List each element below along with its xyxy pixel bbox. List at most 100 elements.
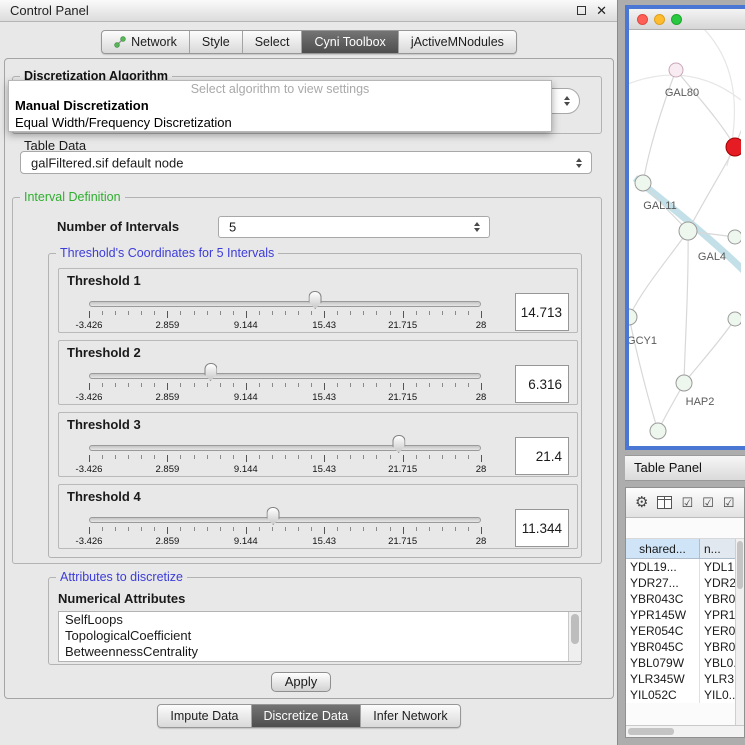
table-row[interactable]: YIL052C YIL0... — [626, 687, 744, 703]
threshold-1-slider[interactable]: -3.4262.8599.14415.4321.71528 — [89, 289, 481, 333]
slider-track[interactable] — [89, 517, 481, 523]
table-cell[interactable]: YPR145W — [626, 607, 700, 623]
network-node[interactable] — [676, 375, 692, 391]
tab-label: Impute Data — [170, 709, 238, 723]
tab-jactivemnodules[interactable]: jActiveMNodules — [399, 31, 516, 53]
table-cell[interactable]: YER054C — [626, 623, 700, 639]
network-node[interactable] — [679, 222, 697, 240]
slider-ticks — [89, 311, 481, 319]
table-vertical-scrollbar[interactable] — [735, 539, 744, 725]
network-icon — [114, 36, 126, 48]
list-item[interactable]: SelfLoops — [59, 612, 581, 628]
scrollbar-thumb[interactable] — [628, 728, 674, 735]
close-icon[interactable]: ✕ — [596, 3, 607, 19]
top-tab-row: Network Style Select Cyni Toolbox jActiv… — [0, 30, 618, 54]
table-row[interactable]: YDR27... YDR2... — [626, 575, 744, 591]
dropdown-placeholder: Select algorithm to view settings — [9, 81, 551, 97]
table-row[interactable]: YLR345W YLR3... — [626, 671, 744, 687]
tab-network[interactable]: Network — [102, 31, 190, 53]
table-cell[interactable]: YBR043C — [626, 591, 700, 607]
network-view-window: GAL80 GAL11 GAL4 GCY1 HAP2 — [625, 5, 745, 450]
tab-impute-data[interactable]: Impute Data — [158, 705, 251, 727]
network-node[interactable] — [728, 230, 741, 244]
threshold-4-slider[interactable]: -3.4262.8599.14415.4321.71528 — [89, 505, 481, 549]
tab-cyni-toolbox[interactable]: Cyni Toolbox — [302, 31, 398, 53]
table-row[interactable]: YBR043C YBR0... — [626, 591, 744, 607]
tab-select[interactable]: Select — [243, 31, 303, 53]
threshold-3-slider[interactable]: -3.4262.8599.14415.4321.71528 — [89, 433, 481, 477]
column-header-shared[interactable]: shared... — [626, 539, 700, 559]
attributes-group-title: Attributes to discretize — [56, 570, 187, 584]
network-node[interactable] — [669, 63, 683, 77]
list-item[interactable]: BetweennessCentrality — [59, 644, 581, 660]
checkbox-icon[interactable]: ☑ — [723, 496, 735, 509]
mac-close-icon[interactable] — [637, 14, 648, 25]
table-row[interactable]: YER054C YER0... — [626, 623, 744, 639]
tab-infer-network[interactable]: Infer Network — [361, 705, 459, 727]
mac-minimize-icon[interactable] — [654, 14, 665, 25]
threshold-2-slider[interactable]: -3.4262.8599.14415.4321.71528 — [89, 361, 481, 405]
network-node[interactable] — [635, 175, 651, 191]
slider-track[interactable] — [89, 301, 481, 307]
columns-icon[interactable] — [657, 496, 672, 509]
table-panel-header[interactable]: Table Panel — [625, 455, 745, 481]
combobox-arrows-icon — [576, 158, 582, 168]
network-edge — [676, 70, 735, 147]
top-tab-bar: Network Style Select Cyni Toolbox jActiv… — [101, 30, 517, 54]
apply-button[interactable]: Apply — [271, 672, 331, 692]
checkbox-icon[interactable]: ☑ — [681, 496, 693, 509]
table-cell[interactable]: YIL052C — [626, 687, 700, 703]
scrollbar-thumb[interactable] — [571, 614, 579, 644]
spinner-value: 5 — [229, 220, 236, 235]
algorithm-dropdown-popup: Select algorithm to view settings Manual… — [8, 80, 552, 132]
checkbox-icon[interactable]: ☑ — [702, 496, 714, 509]
mac-zoom-icon[interactable] — [671, 14, 682, 25]
control-panel-titlebar: Control Panel ✕ — [0, 0, 617, 22]
node-label-gal4: GAL4 — [698, 251, 726, 263]
float-window-icon[interactable] — [577, 6, 586, 15]
table-cell[interactable]: YBL079W — [626, 655, 700, 671]
dropdown-option-equal-width[interactable]: Equal Width/Frequency Discretization — [9, 114, 551, 131]
table-cell[interactable]: YLR345W — [626, 671, 700, 687]
tab-style[interactable]: Style — [190, 31, 243, 53]
table-horizontal-scrollbar[interactable] — [626, 725, 744, 737]
numerical-attributes-list: SelfLoops TopologicalCoefficient Between… — [58, 611, 582, 662]
network-node[interactable] — [650, 423, 666, 439]
threshold-3-value-field[interactable]: 21.4 — [515, 437, 569, 475]
table-cell[interactable]: YBR045C — [626, 639, 700, 655]
slider-scale: -3.4262.8599.14415.4321.71528 — [89, 392, 481, 404]
table-cell[interactable]: YDL19... — [626, 559, 700, 575]
list-item[interactable]: TopologicalCoefficient — [59, 628, 581, 644]
threshold-2-value-field[interactable]: 6.316 — [515, 365, 569, 403]
network-node-red[interactable] — [726, 138, 741, 156]
node-label-gcy1: GCY1 — [629, 335, 657, 347]
control-panel-window: Control Panel ✕ Network Style Sel — [0, 0, 618, 745]
slider-track[interactable] — [89, 373, 481, 379]
list-scrollbar[interactable] — [568, 612, 581, 661]
tab-discretize-data[interactable]: Discretize Data — [252, 705, 362, 727]
dropdown-option-manual-discretization[interactable]: Manual Discretization — [9, 97, 551, 114]
slider-track[interactable] — [89, 445, 481, 451]
slider-scale: -3.4262.8599.14415.4321.71528 — [89, 536, 481, 548]
network-canvas[interactable]: GAL80 GAL11 GAL4 GCY1 HAP2 — [629, 30, 741, 446]
table-data-combobox[interactable]: galFiltered.sif default node — [20, 151, 592, 174]
node-label-gal80: GAL80 — [665, 87, 699, 99]
threshold-2-panel: Threshold 2 -3.4262.8599.14415.4321.7152… — [58, 340, 578, 405]
threshold-1-label: Threshold 1 — [67, 273, 141, 288]
threshold-4-value-field[interactable]: 11.344 — [515, 509, 569, 547]
network-edge — [684, 319, 735, 383]
table-row[interactable]: YBL079W YBL0... — [626, 655, 744, 671]
gear-icon[interactable]: ⚙ — [635, 495, 648, 510]
threshold-1-value-field[interactable]: 14.713 — [515, 293, 569, 331]
network-node[interactable] — [629, 309, 637, 325]
tab-label: Select — [255, 35, 290, 49]
table-row[interactable]: YPR145W YPR1... — [626, 607, 744, 623]
combobox-arrows-icon — [564, 96, 570, 106]
table-cell[interactable]: YDR27... — [626, 575, 700, 591]
network-node[interactable] — [728, 312, 741, 326]
table-row[interactable]: YBR045C YBR0... — [626, 639, 744, 655]
number-of-intervals-spinner[interactable]: 5 — [218, 216, 490, 238]
table-row[interactable]: YDL19... YDL1... — [626, 559, 744, 575]
table-toolbar: ⚙ ☑ ☑ ☑ — [626, 488, 744, 518]
scrollbar-thumb[interactable] — [737, 541, 743, 589]
